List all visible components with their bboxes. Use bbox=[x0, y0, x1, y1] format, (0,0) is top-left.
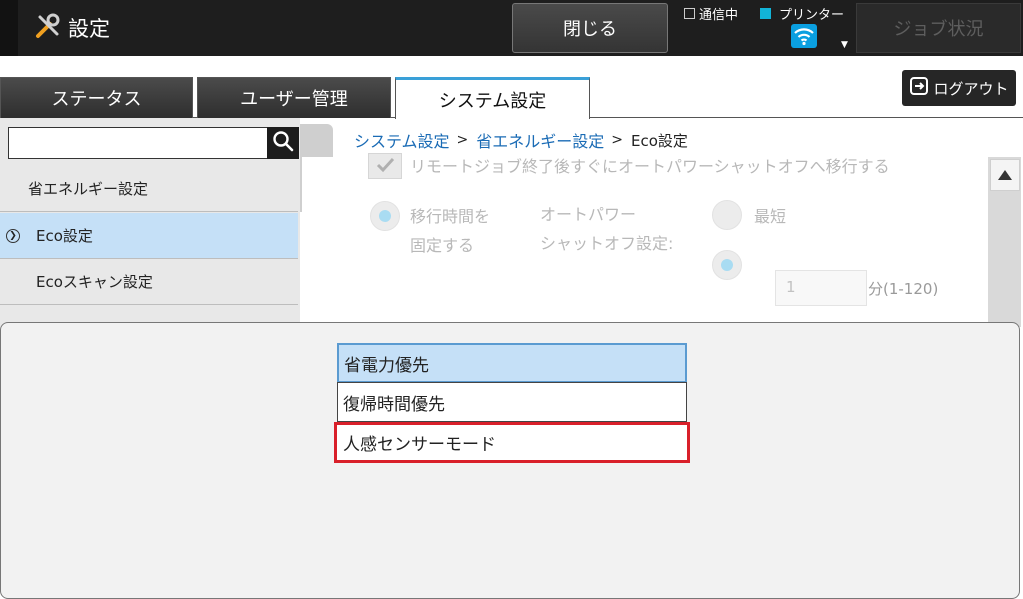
search-input[interactable] bbox=[8, 127, 268, 159]
auto-power-label-line2: シャットオフ設定: bbox=[540, 234, 674, 253]
settings-content: リモートジョブ終了後すぐにオートパワーシャットオフへ移行する 移行時間を 固定す… bbox=[302, 153, 988, 327]
sidebar: 省エネルギー設定 ❯ Eco設定 Ecoスキャン設定 bbox=[0, 118, 300, 328]
option-wakeup-time-priority[interactable]: 復帰時間優先 bbox=[337, 382, 687, 422]
minutes-input[interactable]: 1 bbox=[775, 270, 867, 306]
logout-label: ログアウト bbox=[933, 79, 1009, 98]
wrench-icon bbox=[34, 12, 68, 45]
option-motion-sensor-mode[interactable]: 人感センサーモード bbox=[334, 422, 690, 463]
sidebar-item-label: 省エネルギー設定 bbox=[28, 180, 149, 198]
auto-power-label-line1: オートパワー bbox=[540, 205, 637, 224]
remote-job-label: リモートジョブ終了後すぐにオートパワーシャットオフへ移行する bbox=[410, 157, 890, 176]
triangle-up-icon bbox=[998, 170, 1012, 180]
breadcrumb-link-system-settings[interactable]: システム設定 bbox=[354, 128, 450, 152]
sidebar-item-label: Eco設定 bbox=[36, 227, 93, 245]
close-button[interactable]: 閉じる bbox=[512, 3, 668, 53]
sidebar-item-eco-settings[interactable]: ❯ Eco設定 bbox=[0, 213, 298, 259]
printer-status-indicator bbox=[760, 8, 771, 19]
tab-user-management[interactable]: ユーザー管理 bbox=[197, 77, 391, 118]
fixed-time-radio[interactable] bbox=[370, 201, 400, 231]
search-icon bbox=[271, 129, 295, 157]
scrollbar[interactable] bbox=[988, 157, 1021, 327]
shortest-radio[interactable] bbox=[712, 200, 742, 230]
tab-system-settings[interactable]: システム設定 bbox=[395, 77, 590, 119]
wifi-icon[interactable] bbox=[791, 24, 817, 48]
sidebar-item-eco-scan-settings[interactable]: Ecoスキャン設定 bbox=[0, 259, 298, 305]
dropdown-panel: 省電力優先 復帰時間優先 人感センサーモード bbox=[0, 322, 1020, 599]
logout-icon bbox=[909, 76, 933, 100]
sidebar-item-energy-saving[interactable]: 省エネルギー設定 bbox=[0, 166, 298, 212]
breadcrumb: システム設定 > 省エネルギー設定 > Eco設定 bbox=[354, 128, 688, 152]
comm-status-label: 通信中 bbox=[699, 8, 739, 23]
caret-down-icon[interactable]: ▼ bbox=[841, 40, 848, 50]
fixed-time-label-line2: 固定する bbox=[410, 236, 475, 255]
remote-job-checkbox[interactable] bbox=[368, 153, 402, 179]
breadcrumb-current: Eco設定 bbox=[631, 131, 688, 150]
breadcrumb-link-energy-saving[interactable]: 省エネルギー設定 bbox=[476, 128, 604, 152]
minutes-unit-label: 分(1-120) bbox=[868, 280, 939, 298]
printer-status: プリンター bbox=[760, 4, 844, 23]
shortest-label: 最短 bbox=[754, 207, 787, 226]
app-title: 設定 bbox=[34, 12, 110, 44]
tab-status[interactable]: ステータス bbox=[0, 77, 193, 118]
printer-status-label: プリンター bbox=[779, 8, 845, 23]
comm-status-indicator bbox=[684, 8, 695, 19]
app-title-text: 設定 bbox=[68, 17, 110, 41]
fixed-time-label-line1: 移行時間を bbox=[410, 207, 491, 226]
breadcrumb-separator: > bbox=[456, 132, 469, 148]
tab-bar: ステータス ユーザー管理 システム設定 bbox=[0, 76, 1023, 119]
logout-button[interactable]: ログアウト bbox=[902, 70, 1016, 106]
breadcrumb-separator: > bbox=[611, 132, 624, 148]
comm-status: 通信中 bbox=[684, 4, 738, 23]
scroll-up-button[interactable] bbox=[990, 159, 1020, 191]
job-status-button[interactable]: ジョブ状況 bbox=[856, 3, 1021, 53]
search-button[interactable] bbox=[267, 127, 299, 159]
chevron-right-icon: ❯ bbox=[6, 229, 20, 243]
check-icon bbox=[376, 157, 395, 173]
radio-dot bbox=[721, 259, 733, 271]
sidebar-item-label: Ecoスキャン設定 bbox=[36, 273, 153, 291]
radio-dot bbox=[379, 210, 391, 222]
minutes-radio[interactable] bbox=[712, 250, 742, 280]
top-bar-strip bbox=[0, 0, 18, 56]
option-power-saving-priority[interactable]: 省電力優先 bbox=[337, 343, 687, 383]
